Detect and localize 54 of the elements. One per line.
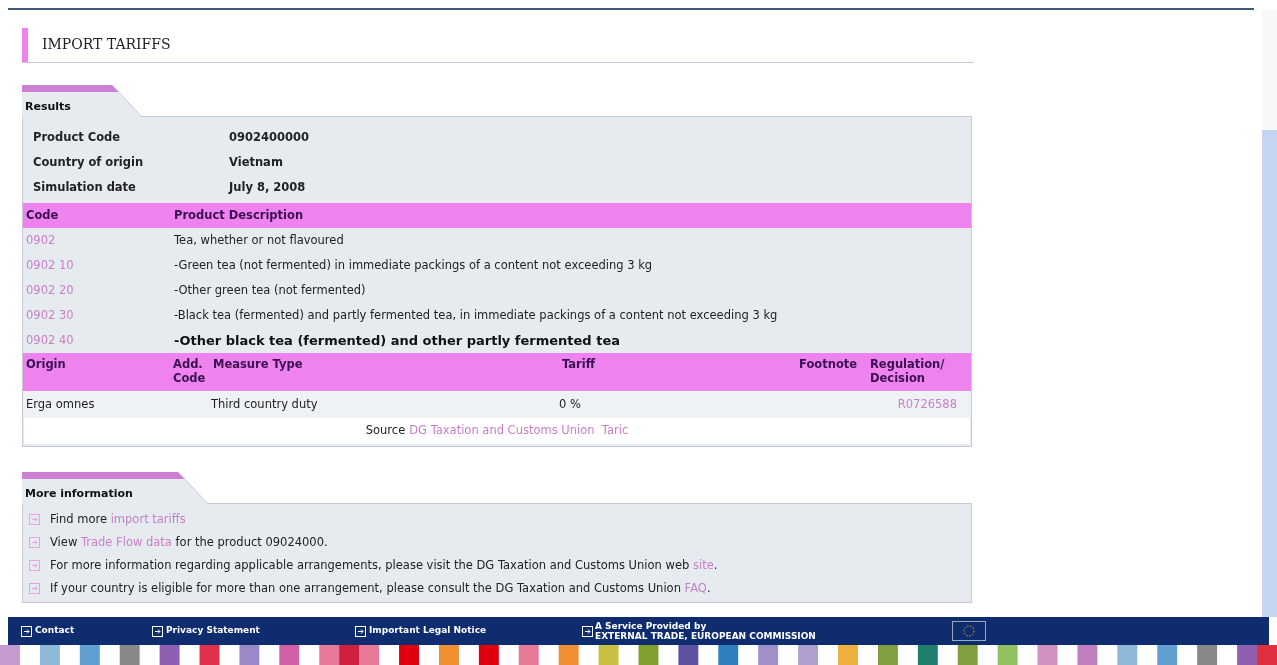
- footer-link[interactable]: Contact: [21, 624, 152, 638]
- footer-link[interactable]: Privacy Statement: [152, 624, 355, 638]
- info-sentence: View Trade Flow data for the product 09024000.: [50, 533, 328, 551]
- summary-label: Simulation date: [33, 178, 137, 196]
- expand-icon: [21, 625, 32, 637]
- info-sentence: For more information regarding applicable arrangements, please visit the DG Taxation and Customs Union web site.: [50, 556, 718, 574]
- table-cell-text: 0 %: [558, 395, 582, 413]
- product-description: Tea, whether or not flavoured: [173, 231, 344, 249]
- expand-icon: [29, 514, 40, 525]
- regulation-link[interactable]: R0726588: [864, 395, 971, 414]
- title-accent-bar: [22, 27, 28, 62]
- column-header: Footnote: [799, 357, 859, 371]
- code-link[interactable]: 0902 20: [23, 281, 169, 300]
- code-link[interactable]: 0902 30: [23, 306, 169, 325]
- column-header: Product Description: [173, 206, 304, 224]
- product-description: -Black tea (fermented) and partly fermented tea, in immediate packings of a content not exceeding 3 kg: [173, 306, 778, 324]
- table-cell-text: Third country duty: [210, 395, 319, 413]
- code-link[interactable]: 0902 10: [23, 256, 169, 275]
- footer-link[interactable]: Important Legal Notice: [355, 624, 582, 638]
- service-credit: A Service Provided by EXTERNAL TRADE, EUROPEAN COMMISSION: [595, 621, 817, 641]
- page-title: IMPORT TARIFFS: [42, 35, 171, 54]
- summary-value: 0902400000: [229, 128, 310, 146]
- expand-icon: [152, 625, 163, 637]
- expand-icon: [582, 625, 593, 637]
- product-description: -Other black tea (fermented) and other partly fermented tea: [173, 331, 620, 350]
- info-link[interactable]: FAQ: [684, 580, 707, 595]
- info-sentence: Find more import tariffs: [50, 510, 186, 528]
- source-label: Source: [365, 422, 406, 440]
- column-header: Tariff: [562, 357, 597, 371]
- column-header: Origin: [26, 357, 67, 371]
- info-link[interactable]: import tariffs: [110, 511, 186, 526]
- scrollbar[interactable]: [1262, 10, 1277, 617]
- column-header: Add. Code: [173, 357, 206, 385]
- expand-icon: [29, 560, 40, 571]
- expand-icon: [355, 625, 366, 637]
- summary-label: Country of origin: [33, 153, 145, 171]
- product-description: -Green tea (not fermented) in immediate packings of a content not exceeding 3 kg: [173, 256, 653, 274]
- flag-icon: [952, 621, 986, 641]
- column-header: Code: [25, 206, 60, 224]
- summary-value: July 8, 2008: [229, 178, 306, 196]
- info-sentence: If your country is eligible for more than one arrangement, please consult the DG Taxation and Customs Union FAQ.: [50, 579, 711, 597]
- expand-icon: [29, 583, 40, 594]
- code-link[interactable]: 0902: [23, 231, 169, 250]
- summary-label: Product Code: [33, 128, 122, 146]
- expand-icon: [29, 537, 40, 548]
- column-header: Regulation/ Decision: [870, 357, 946, 385]
- source-link[interactable]: DG Taxation and Customs Union Taric: [409, 422, 629, 440]
- table-cell-text: Erga omnes: [25, 395, 96, 413]
- product-description: -Other green tea (not fermented): [173, 281, 366, 299]
- column-header: Measure Type: [213, 357, 304, 371]
- info-link[interactable]: site: [692, 557, 714, 572]
- code-link[interactable]: 0902 40: [23, 331, 169, 350]
- info-link[interactable]: Trade Flow data: [80, 534, 172, 549]
- summary-value: Vietnam: [229, 153, 283, 171]
